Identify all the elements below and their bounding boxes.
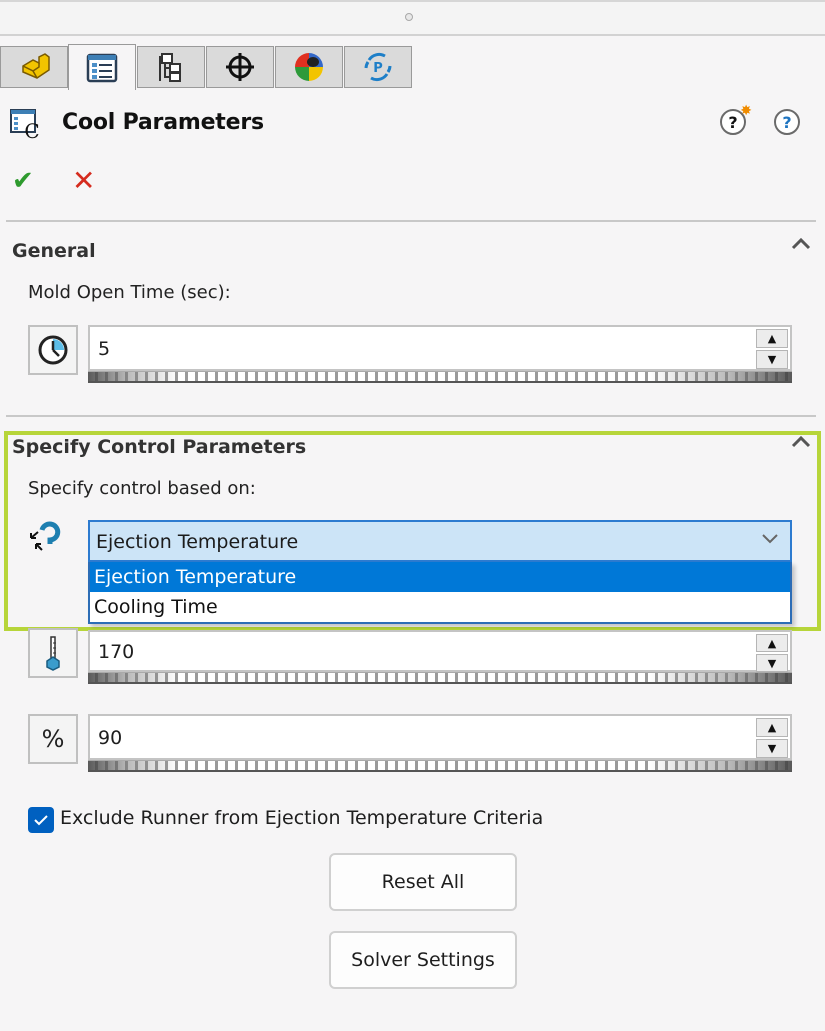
- plastics-cycle-icon: P: [364, 52, 392, 82]
- tab-plastics-manager[interactable]: P: [344, 46, 412, 88]
- help-icon: ?: [782, 112, 792, 132]
- thermometer-icon: [46, 636, 60, 671]
- percent-icon: %: [41, 725, 65, 753]
- chevron-up-icon: [791, 435, 811, 448]
- mold-open-time-thumbwheel[interactable]: [88, 371, 792, 383]
- panel-grip-handle[interactable]: [405, 13, 413, 21]
- help-button[interactable]: ?: [774, 109, 800, 135]
- svg-text:P: P: [373, 61, 383, 76]
- spin-down-button[interactable]: ▼: [756, 350, 788, 369]
- control-mode-icon: [28, 520, 62, 558]
- cool-parameters-icon: C: [10, 108, 44, 143]
- page-title: Cool Parameters: [62, 110, 264, 135]
- ok-button[interactable]: ✔: [12, 166, 34, 196]
- checkmark-icon: [34, 815, 48, 826]
- tab-dimxpert-manager[interactable]: [206, 46, 274, 88]
- dropdown-option-ejection-temperature[interactable]: Ejection Temperature: [90, 562, 790, 592]
- configuration-tree-icon: [159, 53, 181, 82]
- manager-tabs: P: [0, 44, 825, 90]
- mold-open-time-input[interactable]: [96, 331, 740, 367]
- clock-icon-box: [28, 325, 78, 375]
- tab-display-manager[interactable]: [275, 46, 343, 88]
- close-icon: ✕: [72, 164, 96, 197]
- mold-open-time-field[interactable]: ▲ ▼: [88, 325, 792, 371]
- ejection-temperature-input[interactable]: [96, 634, 740, 670]
- cancel-button[interactable]: ✕: [72, 164, 95, 197]
- mold-open-time-spinner[interactable]: ▲ ▼: [756, 329, 788, 369]
- clock-icon: [38, 335, 68, 365]
- percent-icon-box: %: [28, 714, 78, 764]
- control-based-on-label: Specify control based on:: [28, 478, 256, 499]
- svg-text:C: C: [24, 119, 39, 140]
- spin-up-button[interactable]: ▲: [756, 329, 788, 348]
- help-icon: ?: [728, 112, 738, 132]
- percent-spinner[interactable]: ▲ ▼: [756, 718, 788, 758]
- tab-feature-manager[interactable]: [0, 46, 68, 88]
- ejection-temperature-thumbwheel[interactable]: [88, 672, 792, 684]
- part-icon: [22, 53, 50, 79]
- new-star-icon: ✸: [740, 103, 752, 119]
- tab-property-manager[interactable]: [68, 44, 136, 90]
- divider: [6, 220, 816, 222]
- divider: [6, 415, 816, 417]
- solver-settings-button[interactable]: Solver Settings: [329, 931, 517, 989]
- percent-field[interactable]: ▲ ▼: [88, 714, 792, 760]
- tab-configuration-manager[interactable]: [137, 46, 205, 88]
- chevron-down-icon[interactable]: [760, 530, 780, 549]
- ejection-temperature-spinner[interactable]: ▲ ▼: [756, 634, 788, 672]
- control-dropdown-list: Ejection Temperature Cooling Time: [88, 562, 792, 624]
- spin-up-button[interactable]: ▲: [756, 634, 788, 652]
- percent-input[interactable]: [96, 720, 740, 756]
- whats-new-help-button[interactable]: ? ✸: [720, 103, 752, 135]
- spin-down-button[interactable]: ▼: [756, 739, 788, 758]
- selected-value: Ejection Temperature: [96, 531, 299, 553]
- percent-thumbwheel[interactable]: [88, 760, 792, 772]
- appearance-ball-icon: [295, 53, 323, 81]
- collapse-control-button[interactable]: [790, 434, 812, 454]
- dropdown-option-cooling-time[interactable]: Cooling Time: [90, 592, 790, 622]
- spin-up-button[interactable]: ▲: [756, 718, 788, 737]
- reset-all-button[interactable]: Reset All: [329, 853, 517, 911]
- spin-down-button[interactable]: ▼: [756, 654, 788, 672]
- exclude-runner-checkbox[interactable]: [28, 807, 54, 833]
- ejection-temperature-field[interactable]: ▲ ▼: [88, 630, 792, 672]
- control-section-heading: Specify Control Parameters: [12, 436, 307, 458]
- checkmark-icon: ✔: [12, 166, 34, 196]
- exclude-runner-label[interactable]: Exclude Runner from Ejection Temperature…: [60, 807, 543, 829]
- control-based-on-select[interactable]: Ejection Temperature: [88, 520, 792, 562]
- mold-open-time-label: Mold Open Time (sec):: [28, 282, 231, 303]
- general-section-heading: General: [12, 240, 96, 262]
- collapse-general-button[interactable]: [790, 236, 812, 256]
- crosshair-icon: [226, 53, 254, 81]
- chevron-up-icon: [791, 237, 811, 250]
- property-list-icon: [86, 53, 118, 82]
- thermometer-icon-box: [28, 628, 78, 678]
